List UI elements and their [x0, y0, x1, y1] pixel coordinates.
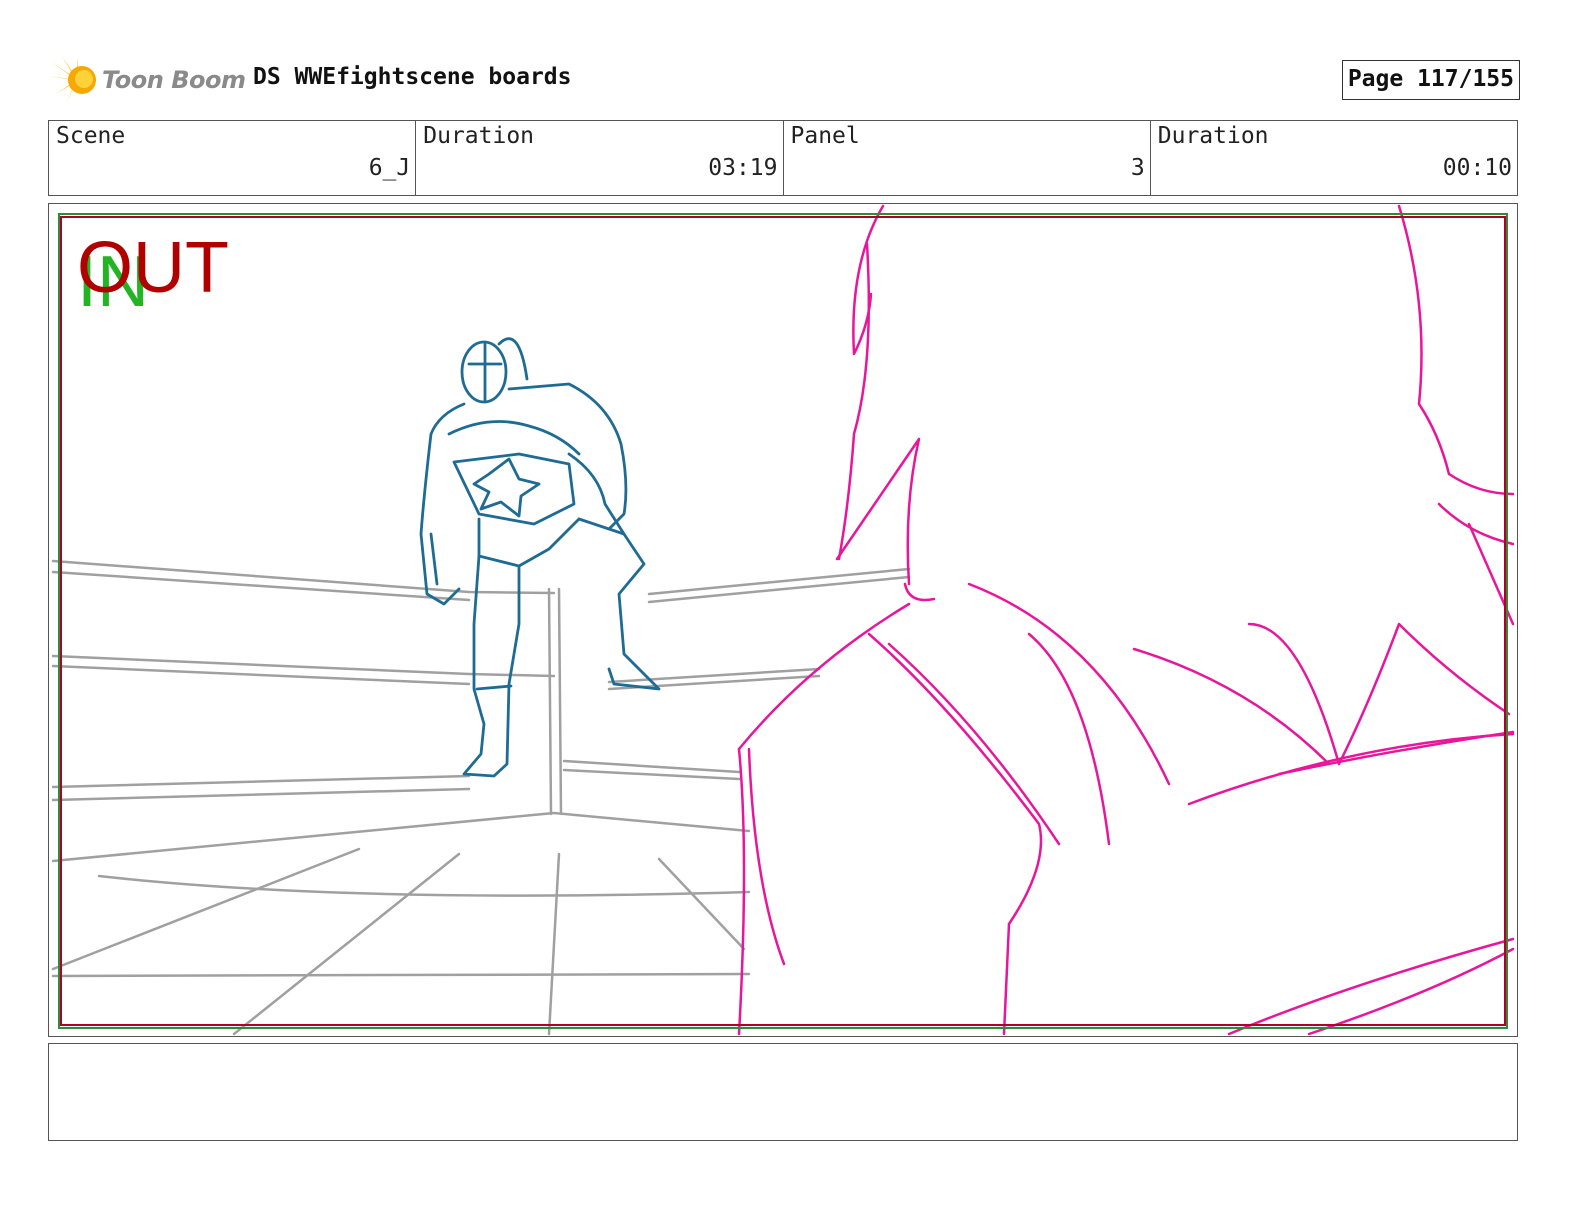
panel-sketch: [51, 204, 1515, 1036]
scene-label: Scene: [56, 123, 126, 149]
scene-duration-value: 03:19: [708, 155, 778, 181]
toon-boom-logo: Toon Boom: [48, 54, 248, 106]
out-marker: OUT: [77, 228, 229, 308]
panel-info-row: Scene 6_J Duration 03:19 Panel 3 Duratio…: [48, 120, 1518, 196]
panel-notes-box[interactable]: [48, 1043, 1518, 1141]
storyboard-panel-frame: IN OUT: [48, 203, 1518, 1037]
panel-value: 3: [1130, 155, 1145, 181]
panel-label: Panel: [790, 123, 860, 149]
flare-icon: [50, 56, 96, 104]
panel-duration-cell: Duration 00:10: [1151, 121, 1517, 195]
document-title: DS WWEfightscene boards: [253, 64, 572, 90]
logo-text: Toon Boom: [102, 66, 246, 94]
in-out-markers: IN OUT: [77, 232, 277, 322]
wrestling-ring-sketch: [51, 559, 911, 1036]
foreground-character-sketch: [737, 204, 1515, 1036]
wrestler-sketch: [419, 337, 661, 778]
safe-area-border: [58, 213, 1508, 1029]
panel-cell: Panel 3: [784, 121, 1151, 195]
page-number: Page 117/155: [1341, 60, 1520, 100]
scene-value: 6_J: [368, 155, 411, 181]
panel-duration-value: 00:10: [1442, 155, 1512, 181]
scene-cell: Scene 6_J: [49, 121, 417, 195]
storyboard-header: Toon Boom DS WWEfightscene boards Page 1…: [48, 52, 1520, 108]
scene-duration-label: Duration: [423, 123, 535, 149]
camera-frame-border: [60, 216, 1506, 1026]
scene-duration-cell: Duration 03:19: [416, 121, 784, 195]
panel-duration-label: Duration: [1157, 123, 1269, 149]
